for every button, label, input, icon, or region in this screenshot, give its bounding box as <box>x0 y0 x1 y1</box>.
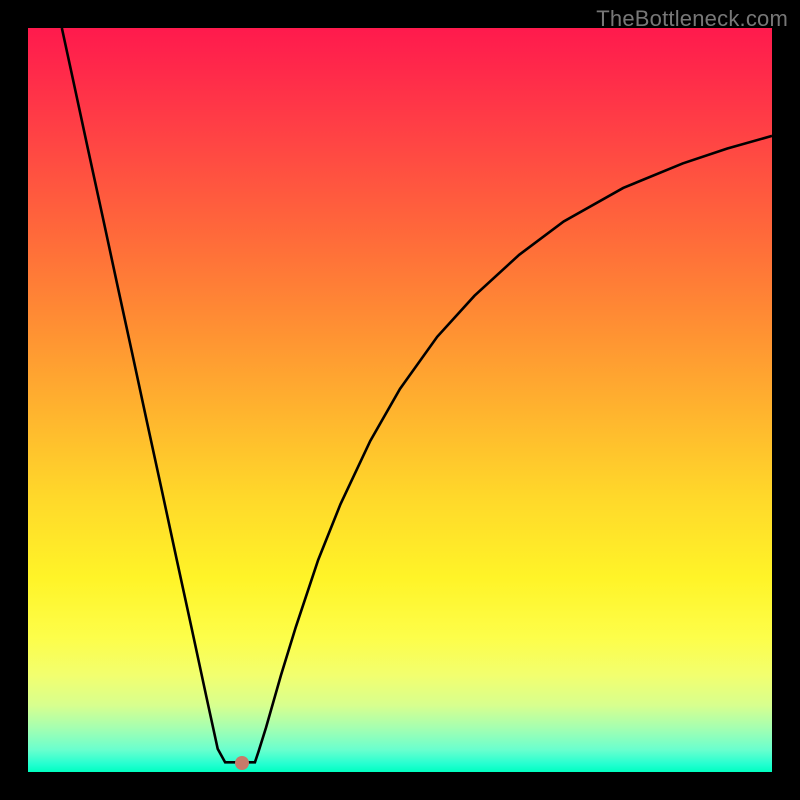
chart-container: TheBottleneck.com <box>0 0 800 800</box>
watermark-text: TheBottleneck.com <box>596 6 788 32</box>
plot-area <box>28 28 772 772</box>
optimal-point-marker <box>235 756 249 770</box>
bottleneck-curve <box>28 28 772 772</box>
